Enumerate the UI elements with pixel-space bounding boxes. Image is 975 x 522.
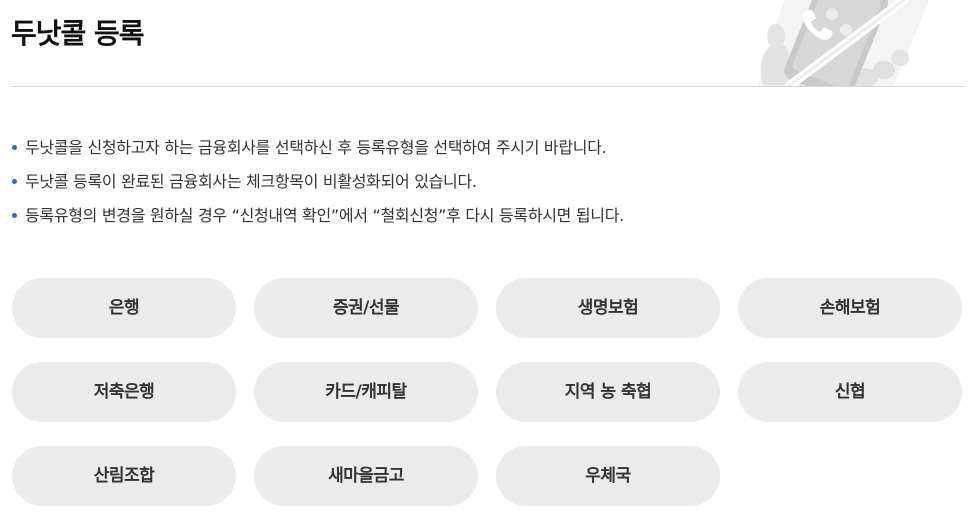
institution-button-securities[interactable]: 증권/선물 [254, 278, 478, 338]
notice-list: 두낫콜을 신청하고자 하는 금융회사를 선택하신 후 등록유형을 선택하여 주시… [11, 134, 624, 236]
page-title: 두낫콜 등록 [11, 17, 145, 50]
institution-button-credit-union[interactable]: 신협 [738, 362, 962, 422]
institution-button-card-capital[interactable]: 카드/캐피탈 [254, 362, 478, 422]
notice-text: 두낫콜 등록이 완료된 금융회사는 체크항목이 비활성화되어 있습니다. [25, 172, 477, 191]
bullet-icon [12, 145, 17, 150]
institution-button-forestry-coop[interactable]: 산림조합 [12, 446, 236, 506]
phone-blocked-illustration-icon [744, 0, 944, 86]
institution-button-bank[interactable]: 은행 [12, 278, 236, 338]
page-header: 두낫콜 등록 [11, 0, 966, 87]
notice-item: 두낫콜을 신청하고자 하는 금융회사를 선택하신 후 등록유형을 선택하여 주시… [11, 134, 624, 168]
institution-button-life-insurance[interactable]: 생명보험 [496, 278, 720, 338]
bullet-icon [12, 179, 17, 184]
bullet-icon [12, 213, 17, 218]
institution-button-nonlife-insurance[interactable]: 손해보험 [738, 278, 962, 338]
institution-button-savings-bank[interactable]: 저축은행 [12, 362, 236, 422]
institution-button-regional-coop[interactable]: 지역 농 축협 [496, 362, 720, 422]
notice-text: 두낫콜을 신청하고자 하는 금융회사를 선택하신 후 등록유형을 선택하여 주시… [25, 138, 607, 157]
institution-button-post-office[interactable]: 우체국 [496, 446, 720, 506]
notice-text: 등록유형의 변경을 원하실 경우 “신청내역 확인”에서 “철회신청”후 다시 … [25, 206, 624, 225]
notice-item: 두낫콜 등록이 완료된 금융회사는 체크항목이 비활성화되어 있습니다. [11, 168, 624, 202]
institution-button-saemaul[interactable]: 새마을금고 [254, 446, 478, 506]
notice-item: 등록유형의 변경을 원하실 경우 “신청내역 확인”에서 “철회신청”후 다시 … [11, 202, 624, 236]
